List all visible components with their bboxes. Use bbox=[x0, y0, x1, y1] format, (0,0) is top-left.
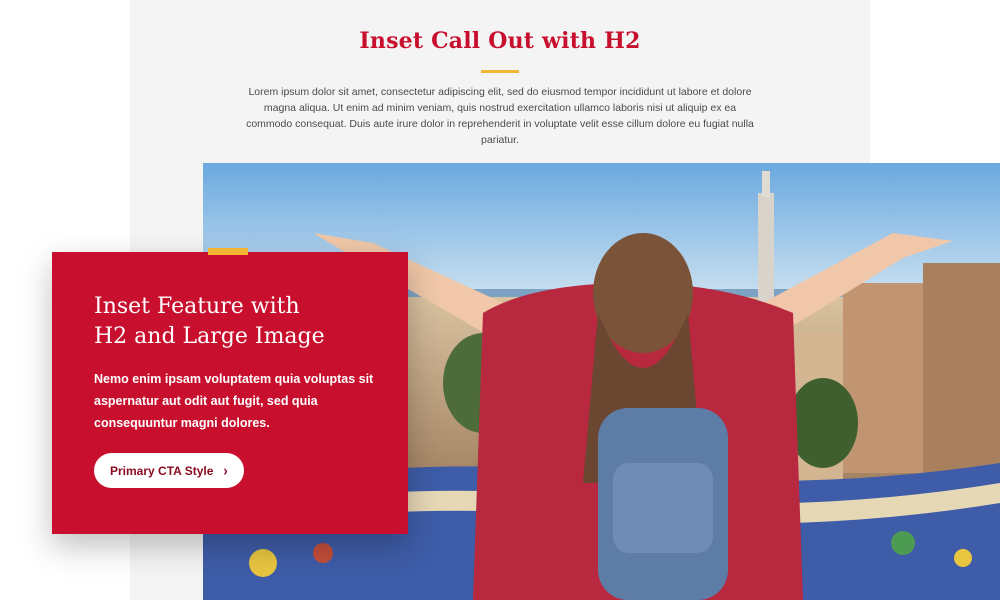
feature-title-line1: Inset Feature with bbox=[94, 294, 300, 319]
primary-cta-button[interactable]: Primary CTA Style › bbox=[94, 453, 244, 488]
feature-body-text: Nemo enim ipsam voluptatem quia voluptas… bbox=[94, 372, 374, 430]
callout-body-text: Lorem ipsum dolor sit amet, consectetur … bbox=[246, 86, 754, 146]
inset-feature-card: Inset Feature with H2 and Large Image Ne… bbox=[52, 248, 408, 534]
primary-cta-label: Primary CTA Style bbox=[110, 463, 214, 478]
feature-title-line2: H2 and Large Image bbox=[94, 324, 325, 349]
callout-accent-rule bbox=[481, 70, 519, 73]
callout-title: Inset Call Out with H2 bbox=[359, 28, 641, 54]
feature-title: Inset Feature with H2 and Large Image bbox=[94, 292, 384, 352]
chevron-right-icon: › bbox=[223, 462, 228, 479]
feature-accent-tab bbox=[208, 248, 248, 255]
